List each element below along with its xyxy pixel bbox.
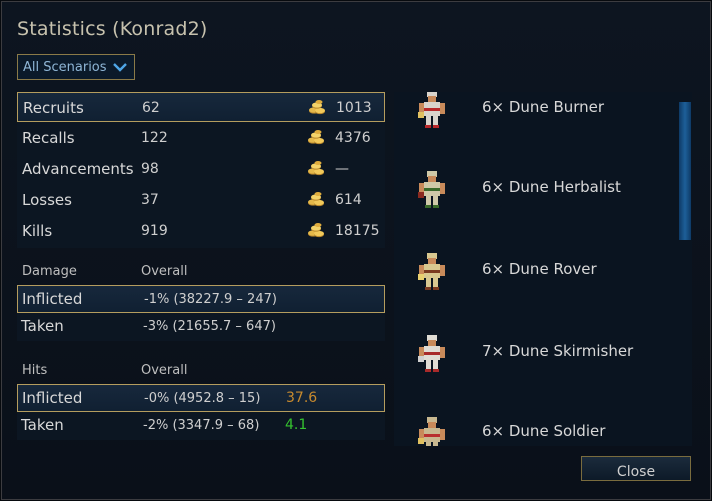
stat-gold-cost: 1013 xyxy=(336,100,372,116)
stats-table: Recruits 62 1013 Recalls 122 4376 Advancements… xyxy=(17,92,385,248)
stat-gold-cost: — xyxy=(335,161,349,177)
stat-value: 919 xyxy=(141,223,168,239)
unit-label: 6× Dune Soldier xyxy=(482,422,606,440)
stat-value: 98 xyxy=(141,161,159,177)
dune-skirmisher-sprite xyxy=(418,335,445,372)
unit-label: 6× Dune Rover xyxy=(482,260,597,278)
dune-herbalist-sprite xyxy=(418,171,445,208)
stat-gold-cost: 614 xyxy=(335,192,362,208)
hits-row-name: Inflicted xyxy=(22,389,83,407)
stat-name: Recalls xyxy=(22,129,75,147)
close-button[interactable]: Close xyxy=(581,456,691,481)
stat-gold-cost: 18175 xyxy=(335,223,380,239)
dialog-title: Statistics (Konrad2) xyxy=(17,18,208,40)
gold-coins-icon xyxy=(308,192,324,207)
hits-row-taken[interactable]: Taken -2% (3347.9 – 68) 4.1 xyxy=(17,412,385,440)
unit-label: 7× Dune Skirmisher xyxy=(482,342,634,360)
stat-value: 37 xyxy=(141,192,159,208)
stat-row-recalls[interactable]: Recalls 122 4376 xyxy=(17,123,385,153)
stat-row-advancements[interactable]: Advancements 98 — xyxy=(17,154,385,184)
hits-row-expected: 37.6 xyxy=(286,390,318,406)
damage-row-name: Taken xyxy=(21,317,64,335)
hits-row-name: Taken xyxy=(21,416,64,434)
stat-name: Losses xyxy=(22,191,72,209)
gold-coins-icon xyxy=(308,130,324,145)
chevron-down-icon xyxy=(113,63,127,72)
stat-row-recruits[interactable]: Recruits 62 1013 xyxy=(17,92,385,122)
stat-value: 122 xyxy=(141,130,168,146)
hits-row-value: -0% (4952.8 – 15) xyxy=(144,391,261,406)
close-button-label: Close xyxy=(616,464,656,480)
hits-row-inflicted[interactable]: Inflicted -0% (4952.8 – 15) 37.6 xyxy=(17,384,385,412)
damage-column-overall: Overall xyxy=(141,264,188,279)
unit-label: 6× Dune Herbalist xyxy=(482,178,621,196)
scenario-filter-label: All Scenarios xyxy=(23,60,107,75)
dune-rover-sprite xyxy=(418,253,445,290)
stat-name: Advancements xyxy=(22,160,134,178)
hits-row-value: -2% (3347.9 – 68) xyxy=(143,418,260,433)
unit-list-item[interactable]: 6× Dune Herbalist xyxy=(394,171,684,232)
hits-table: Inflicted -0% (4952.8 – 15) 37.6 Taken -2% (… xyxy=(17,384,385,440)
scenario-filter-dropdown[interactable]: All Scenarios xyxy=(17,54,135,80)
dune-soldier-sprite xyxy=(418,417,445,446)
damage-row-taken[interactable]: Taken -3% (21655.7 – 647) xyxy=(17,313,385,341)
gold-coins-icon xyxy=(309,100,325,115)
stat-name: Recruits xyxy=(23,99,84,117)
unit-list-item[interactable]: 6× Dune Soldier xyxy=(394,416,684,446)
stat-gold-cost: 4376 xyxy=(335,130,371,146)
hits-header: Hits xyxy=(22,363,48,378)
hits-column-overall: Overall xyxy=(141,363,188,378)
gold-coins-icon xyxy=(308,161,324,176)
damage-table: Inflicted -1% (38227.9 – 247) Taken -3% (21… xyxy=(17,285,385,341)
hits-row-expected: 4.1 xyxy=(285,417,308,433)
unit-label: 6× Dune Burner xyxy=(482,98,605,116)
damage-row-value: -3% (21655.7 – 647) xyxy=(143,319,276,334)
unit-list-scrollbar[interactable] xyxy=(679,102,691,240)
gold-coins-icon xyxy=(308,223,324,238)
dune-burner-sprite xyxy=(418,92,445,128)
stat-row-kills[interactable]: Kills 919 18175 xyxy=(17,216,385,246)
unit-list-item[interactable]: 7× Dune Skirmisher xyxy=(394,335,684,396)
damage-row-value: -1% (38227.9 – 247) xyxy=(144,292,277,307)
stat-row-losses[interactable]: Losses 37 614 xyxy=(17,185,385,215)
damage-row-inflicted[interactable]: Inflicted -1% (38227.9 – 247) xyxy=(17,285,385,313)
stat-value: 62 xyxy=(142,100,160,116)
unit-list-item[interactable]: 6× Dune Burner xyxy=(394,92,684,152)
unit-list: 6× Dune Burner 6× Dune Herbalist 6× Dune R… xyxy=(394,92,692,446)
unit-list-item[interactable]: 6× Dune Rover xyxy=(394,253,684,314)
damage-row-name: Inflicted xyxy=(22,290,83,308)
damage-header: Damage xyxy=(22,264,77,279)
stat-name: Kills xyxy=(22,222,53,240)
